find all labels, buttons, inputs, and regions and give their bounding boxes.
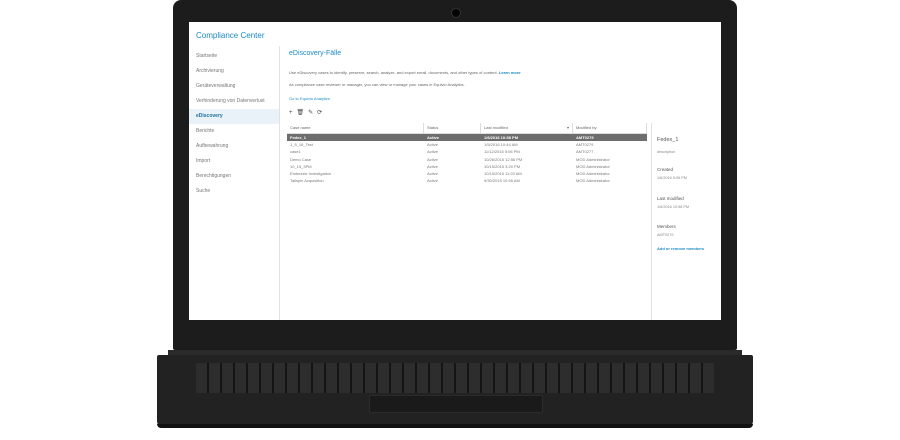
cell-case-name: 1_5_16_Test (290, 142, 313, 148)
add-remove-members-link[interactable]: Add or remove members (657, 246, 704, 251)
details-pane: Fedex_1 description Created 1/6/2016 5:0… (651, 123, 721, 320)
cell-modified-by: AMT0277 (576, 149, 594, 155)
column-header-last-modified-label: Last modified (484, 125, 508, 130)
nav-item-geraeteverwaltung[interactable]: Geräteverwaltung (189, 79, 279, 94)
cell-last-modified: 1/6/2016 10:58 PM (484, 135, 519, 140)
cell-status: Active (427, 149, 438, 155)
cell-modified-by: AMT0279 (576, 135, 594, 140)
cell-last-modified: 11/12/2015 5:06 PM (484, 149, 520, 155)
sidebar-nav: Startseite Archivierung Geräteverwaltung… (189, 49, 279, 199)
cell-modified-by: MOD Administrator (576, 178, 610, 184)
nav-item-startseite[interactable]: Startseite (189, 49, 279, 64)
cell-last-modified: 10/15/2015 3:20 PM (484, 163, 521, 169)
touchpad (369, 395, 543, 413)
nav-item-archivierung[interactable]: Archivierung (189, 64, 279, 79)
description-line-1: Use eDiscovery cases to identify, preser… (289, 70, 521, 75)
details-description: description (657, 150, 676, 154)
refresh-icon[interactable]: ⟳ (317, 110, 322, 116)
add-icon[interactable]: + (289, 110, 293, 116)
cell-last-modified: 1/5/2016 10:44 AM (484, 142, 518, 148)
nav-item-berechtigungen[interactable]: Berechtigungen (189, 169, 279, 184)
cell-modified-by: MOD Administrator (576, 170, 610, 176)
cell-status: Active (427, 142, 438, 148)
table-row[interactable]: Tailspin Acquisition Active 9/30/2015 10… (287, 177, 647, 184)
nav-divider (279, 46, 280, 320)
learn-more-link[interactable]: Learn more (499, 70, 521, 75)
column-header-modified-by[interactable]: Modified by (573, 123, 647, 133)
delete-icon[interactable]: 🗑 (297, 110, 305, 116)
cell-status: Active (427, 156, 438, 162)
laptop-screen: Compliance Center Startseite Archivierun… (189, 22, 721, 320)
cell-case-name: Embezzle Investigation (290, 170, 332, 176)
details-last-modified-label: Last modified (657, 196, 684, 201)
webcam (451, 8, 461, 18)
cell-status: Active (427, 178, 438, 184)
nav-item-berichte[interactable]: Berichte (189, 124, 279, 139)
cell-last-modified: 10/15/2015 11:20 AM (484, 170, 522, 176)
details-created-value: 1/6/2016 5:06 PM (657, 176, 687, 180)
table-header: Case name Status Last modified ▾ Modifie… (287, 123, 647, 134)
cell-modified-by: MOD Administrator (576, 163, 610, 169)
nav-item-import[interactable]: Import (189, 154, 279, 169)
nav-item-dlp[interactable]: Verhinderung von Datenverlust (189, 94, 279, 109)
table-row[interactable]: 1_5_16_Test Active 1/5/2016 10:44 AM AMT… (287, 141, 647, 148)
cell-case-name: Tailspin Acquisition (290, 178, 324, 184)
cell-status: Active (427, 170, 438, 176)
table-row[interactable]: case1 Active 11/12/2015 5:06 PM AMT0277 (287, 148, 647, 155)
cell-case-name: case1 (290, 149, 301, 155)
cell-case-name: Demo Case (290, 156, 312, 162)
cell-case-name: 10_15_3PM (290, 163, 312, 169)
details-created-label: Created (657, 167, 674, 172)
column-header-last-modified[interactable]: Last modified ▾ (481, 123, 573, 133)
cell-status: Active (427, 135, 440, 140)
table-row[interactable]: Demo Case Active 10/26/2015 12:56 PM MOD… (287, 156, 647, 163)
equivio-link[interactable]: Go to Equivio Analytics (289, 96, 330, 101)
nav-item-ediscovery[interactable]: eDiscovery (189, 109, 279, 124)
details-members-value: AMT0279 (657, 233, 674, 237)
laptop-base-edge (157, 424, 753, 428)
table-row[interactable]: Fedex_1 Active 1/6/2016 10:58 PM AMT0279 (287, 134, 647, 142)
details-members-label: Members (657, 224, 676, 229)
details-title: Fedex_1 (657, 137, 679, 143)
cell-modified-by: MOD Administrator (576, 156, 610, 162)
cell-modified-by: AMT0279 (576, 142, 594, 148)
cell-case-name: Fedex_1 (290, 135, 307, 140)
page-title: eDiscovery-Fälle (289, 50, 342, 57)
details-last-modified-value: 1/6/2016 10:58 PM (657, 205, 690, 209)
toolbar: + 🗑 ✎ ⟳ (289, 110, 322, 116)
app-title: Compliance Center (196, 31, 265, 40)
cell-status: Active (427, 163, 438, 169)
cases-table: Case name Status Last modified ▾ Modifie… (287, 123, 647, 184)
column-header-case-name[interactable]: Case name (287, 123, 424, 133)
column-header-status[interactable]: Status (424, 123, 481, 133)
nav-item-aufbewahrung[interactable]: Aufbewahrung (189, 139, 279, 154)
cell-last-modified: 9/30/2015 10:55 AM (484, 178, 520, 184)
table-row[interactable]: 10_15_3PM Active 10/15/2015 3:20 PM MOD … (287, 163, 647, 170)
cell-last-modified: 10/26/2015 12:56 PM (484, 156, 523, 162)
keyboard (196, 363, 714, 393)
main-panel: eDiscovery-Fälle Use eDiscovery cases to… (285, 22, 721, 320)
sort-descending-icon: ▾ (566, 125, 569, 130)
table-row[interactable]: Embezzle Investigation Active 10/15/2015… (287, 170, 647, 177)
description-text-1: Use eDiscovery cases to identify, preser… (289, 70, 498, 75)
description-text-2: As compliance case reviewer or manager, … (289, 82, 465, 87)
nav-item-suche[interactable]: Suche (189, 184, 279, 199)
edit-icon[interactable]: ✎ (308, 110, 313, 116)
